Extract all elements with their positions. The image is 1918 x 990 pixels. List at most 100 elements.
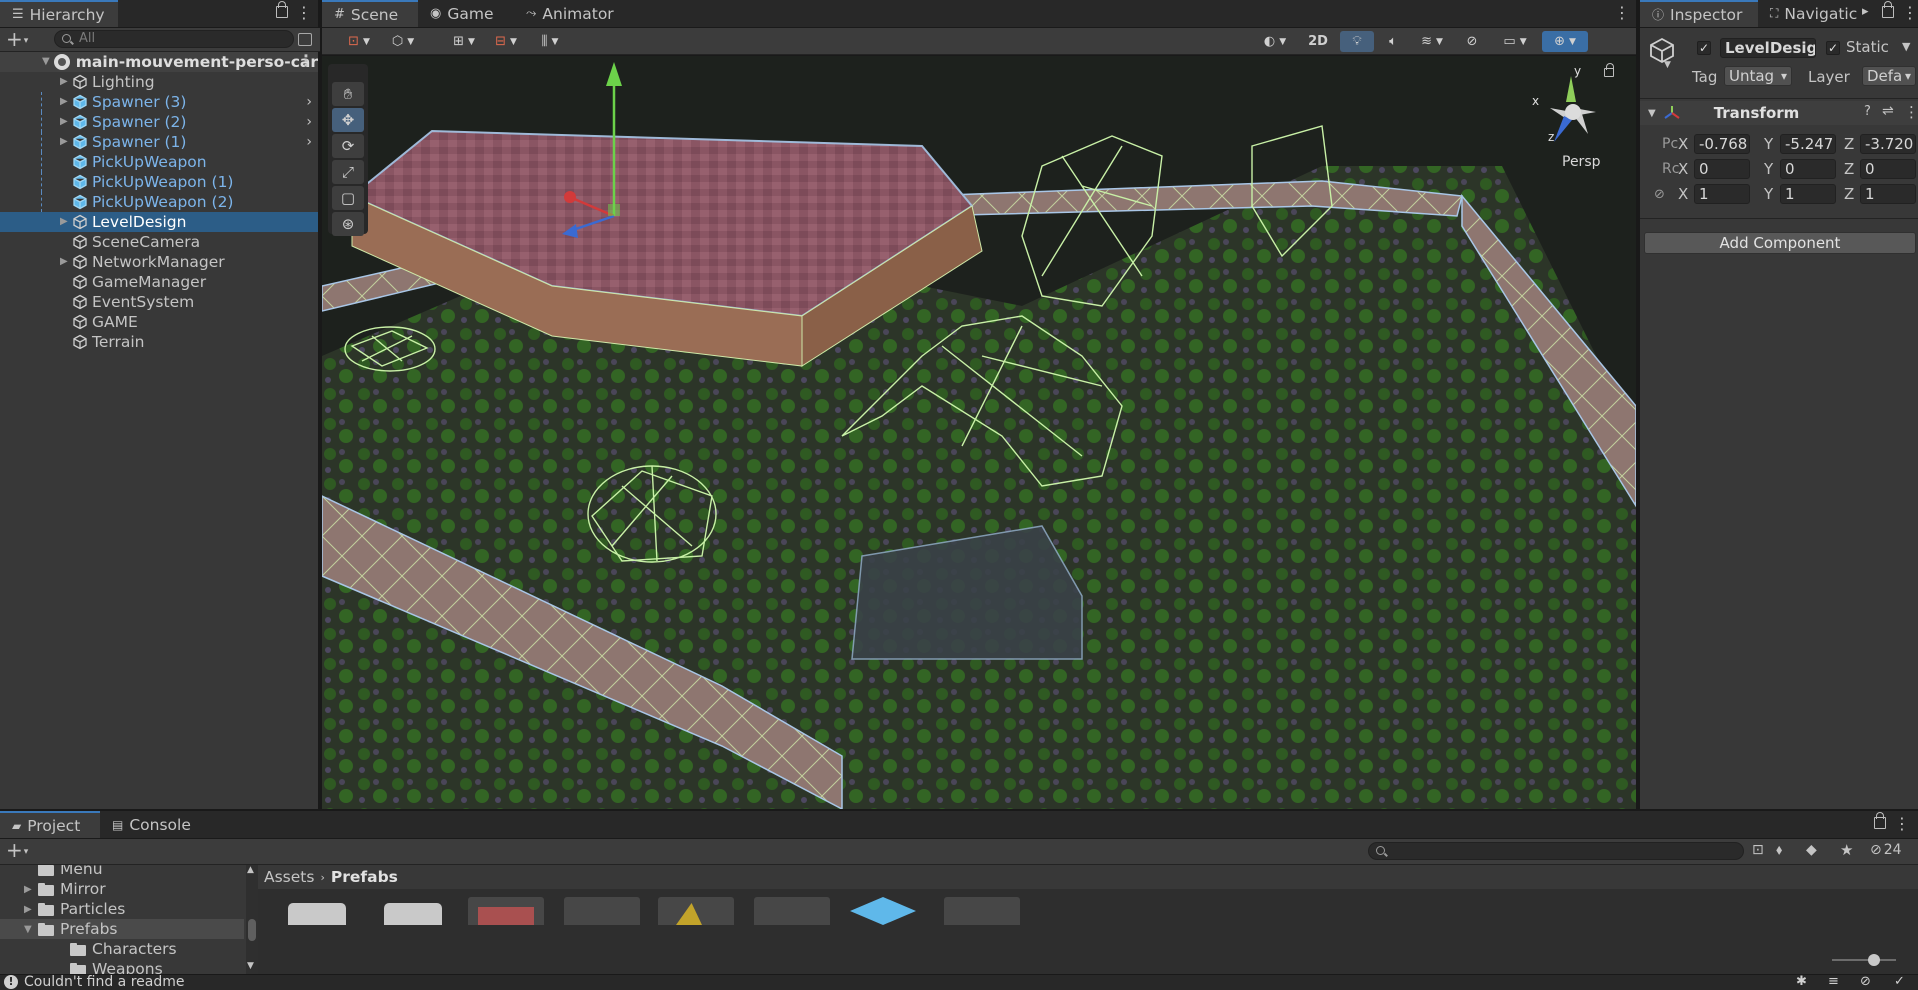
lighting-toggle[interactable]: 💡︎ bbox=[1340, 31, 1374, 52]
folder-tree-scrollbar[interactable]: ▲ ▼ bbox=[246, 865, 258, 975]
scene-viewport[interactable]: ✋︎ ✥ ⟳ ⤢ ▢ ⊛ y x z Persp bbox=[322, 56, 1636, 809]
asset-prefab-thumb[interactable] bbox=[468, 897, 544, 925]
gizmos-dropdown[interactable]: ⊕ ▼ bbox=[1542, 31, 1588, 52]
hierarchy-item[interactable]: PickUpWeapon (1) bbox=[0, 172, 318, 192]
expand-arrow-icon[interactable]: ▶ bbox=[60, 77, 70, 87]
auto-generate-lighting-icon[interactable]: ⊘ bbox=[1860, 974, 1871, 989]
inspector-more-icon[interactable]: ⋮ bbox=[1902, 5, 1918, 21]
tab-animator[interactable]: ⤳ Animator bbox=[514, 0, 622, 27]
tab-console[interactable]: ▤ Console bbox=[100, 811, 200, 838]
search-by-label-icon[interactable]: ⬧ bbox=[1776, 842, 1782, 858]
component-menu-icon[interactable]: ⋮ bbox=[1904, 103, 1918, 121]
hidden-packages-icon[interactable]: ⊘ 24 bbox=[1870, 842, 1902, 858]
asset-folder-thumb[interactable] bbox=[288, 903, 346, 925]
camera-dropdown[interactable]: ▭ ▼ bbox=[1492, 31, 1538, 52]
draw-mode-dropdown[interactable]: ◐ ▼ bbox=[1254, 31, 1296, 52]
hand-tool-button[interactable]: ✋︎ bbox=[332, 82, 364, 106]
tab-inspector[interactable]: ⓘ Inspector bbox=[1640, 0, 1758, 27]
inspector-lock-icon[interactable] bbox=[1882, 1, 1894, 18]
asset-prefab-thumb[interactable] bbox=[564, 897, 640, 925]
tag-dropdown[interactable]: Untag bbox=[1724, 66, 1792, 86]
scene-more-options-icon[interactable]: ⋮ bbox=[1614, 5, 1630, 21]
search-filter-icon[interactable] bbox=[298, 33, 312, 46]
hierarchy-item[interactable]: Terrain bbox=[0, 332, 318, 352]
position-y-field[interactable]: -5.247 bbox=[1780, 134, 1836, 154]
toggle-2d-button[interactable]: 2D bbox=[1300, 31, 1336, 52]
tab-navigation[interactable]: ⛶ Navigatic bbox=[1758, 0, 1866, 27]
lock-icon[interactable] bbox=[276, 1, 288, 18]
move-tool-button[interactable]: ✥ bbox=[332, 108, 364, 132]
tab-overflow-icon[interactable]: ▸ bbox=[1862, 4, 1869, 19]
position-z-field[interactable]: -3.720 bbox=[1860, 134, 1916, 154]
asset-prefab-thumb[interactable] bbox=[658, 897, 734, 925]
expand-arrow-icon[interactable]: ▶ bbox=[60, 257, 70, 267]
hierarchy-item[interactable]: SceneCamera bbox=[0, 232, 318, 252]
layer-dropdown[interactable]: Defa bbox=[1862, 66, 1916, 86]
scale-y-field[interactable]: 1 bbox=[1780, 184, 1836, 204]
project-folder-item[interactable]: ▶ Particles bbox=[0, 899, 244, 919]
bug-icon[interactable]: ✱ bbox=[1796, 974, 1807, 989]
tab-hierarchy[interactable]: ☰ Hierarchy bbox=[0, 0, 118, 27]
pivot-dropdown[interactable]: ⬡ ▼ bbox=[384, 31, 422, 52]
scene-menu-icon[interactable]: ⋮ bbox=[298, 53, 314, 69]
hierarchy-item[interactable]: ▶ Lighting bbox=[0, 72, 318, 92]
icon-dropdown-caret[interactable]: ▼ bbox=[1664, 60, 1671, 70]
open-prefab-chevron-icon[interactable]: › bbox=[306, 94, 312, 110]
help-icon[interactable]: ? bbox=[1864, 104, 1871, 119]
asset-prefab-thumb[interactable] bbox=[754, 897, 830, 925]
project-create-button[interactable]: +▾ bbox=[6, 840, 28, 862]
rotate-tool-button[interactable]: ⟳ bbox=[332, 134, 364, 158]
scale-tool-button[interactable]: ⤢ bbox=[332, 160, 364, 184]
expand-arrow-icon[interactable]: ▶ bbox=[60, 117, 70, 127]
hierarchy-item[interactable]: EventSystem bbox=[0, 292, 318, 312]
scale-z-field[interactable]: 1 bbox=[1860, 184, 1916, 204]
search-by-type-icon[interactable]: ⊡ bbox=[1752, 842, 1764, 858]
scene-root-row[interactable]: ▼ main-mouvement-perso-car ⋮ bbox=[0, 52, 318, 72]
rotation-y-field[interactable]: 0 bbox=[1780, 159, 1836, 179]
status-message[interactable]: Couldn't find a readme bbox=[24, 974, 185, 990]
transform-header[interactable]: ▼ Transform ? ⇌ ⋮ bbox=[1640, 101, 1918, 125]
effects-dropdown[interactable]: ≋ ▼ bbox=[1412, 31, 1452, 52]
hierarchy-item[interactable]: GAME bbox=[0, 312, 318, 332]
project-folder-item[interactable]: Characters bbox=[0, 939, 244, 959]
open-prefab-chevron-icon[interactable]: › bbox=[306, 114, 312, 130]
expand-arrow-icon[interactable]: ▶ bbox=[60, 137, 70, 147]
rotation-x-field[interactable]: 0 bbox=[1694, 159, 1750, 179]
folder-expand-arrow-icon[interactable]: ▶ bbox=[24, 904, 38, 915]
tab-scene[interactable]: # Scene bbox=[322, 0, 418, 27]
rect-tool-button[interactable]: ▢ bbox=[332, 186, 364, 210]
transform-tool-button[interactable]: ⊛ bbox=[332, 212, 364, 236]
foldout-arrow-icon[interactable]: ▼ bbox=[1648, 108, 1656, 119]
asset-prefab-cube-icon[interactable] bbox=[848, 895, 918, 925]
preset-icon[interactable]: ⇌ bbox=[1882, 103, 1894, 119]
hierarchy-search-input[interactable]: All bbox=[54, 30, 294, 48]
scroll-down-icon[interactable]: ▼ bbox=[247, 961, 254, 971]
project-search-input[interactable] bbox=[1368, 842, 1744, 860]
audio-toggle[interactable]: 🔈︎ bbox=[1378, 31, 1408, 52]
project-folder-item[interactable]: ▼ Prefabs bbox=[0, 919, 244, 939]
tag-icon[interactable]: ◆ bbox=[1806, 842, 1817, 858]
orientation-gizmo[interactable]: y x z Persp bbox=[1528, 64, 1618, 174]
constrain-proportions-icon[interactable]: ⊘ bbox=[1654, 187, 1665, 202]
hierarchy-item[interactable]: ▶ NetworkManager bbox=[0, 252, 318, 272]
folder-expand-arrow-icon[interactable]: ▼ bbox=[24, 924, 38, 935]
tab-game[interactable]: ◉ Game bbox=[418, 0, 514, 27]
project-folder-item[interactable]: Weapons bbox=[0, 959, 244, 975]
project-folder-item[interactable]: ▶ Mirror bbox=[0, 879, 244, 899]
hierarchy-item[interactable]: ▶ Spawner (3) › bbox=[0, 92, 318, 112]
scale-x-field[interactable]: 1 bbox=[1694, 184, 1750, 204]
static-dropdown-caret[interactable]: ▼ bbox=[1902, 40, 1910, 53]
tab-project[interactable]: ▰ Project bbox=[0, 811, 100, 838]
add-component-button[interactable]: Add Component bbox=[1644, 232, 1916, 254]
asset-prefab-thumb[interactable] bbox=[944, 897, 1020, 925]
hierarchy-item[interactable]: ▶ LevelDesign bbox=[0, 212, 318, 232]
gizmo-tool-dropdown[interactable]: ⊡ ▼ bbox=[340, 31, 378, 52]
project-more-icon[interactable]: ⋮ bbox=[1894, 816, 1910, 832]
favorite-star-icon[interactable]: ★ bbox=[1840, 841, 1853, 859]
open-prefab-chevron-icon[interactable]: › bbox=[306, 134, 312, 150]
static-checkbox[interactable]: ✓ bbox=[1826, 41, 1840, 55]
thumbnail-size-slider[interactable] bbox=[1832, 954, 1896, 966]
object-name-field[interactable]: LevelDesign bbox=[1720, 38, 1816, 58]
asset-folder-thumb[interactable] bbox=[384, 903, 442, 925]
create-plus-button[interactable]: +▾ bbox=[6, 29, 28, 51]
